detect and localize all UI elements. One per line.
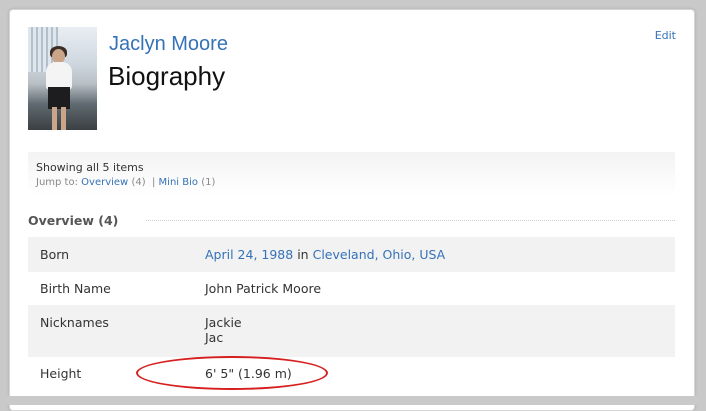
- overview-heading: Overview (4): [28, 213, 121, 228]
- person-name-link[interactable]: Jaclyn Moore: [109, 33, 228, 56]
- photo-shirt: [46, 62, 72, 90]
- jump-separator: |: [151, 177, 156, 188]
- photo-skirt: [48, 87, 70, 109]
- bottom-shade: [0, 396, 706, 405]
- row-label: Nicknames: [40, 315, 109, 330]
- nickname-item: Jackie: [205, 315, 242, 330]
- photo-leg: [61, 107, 66, 130]
- overview-section-header: Overview (4): [28, 210, 675, 228]
- table-row-nicknames: Nicknames Jackie Jac: [28, 305, 675, 357]
- birth-in-text: in: [297, 247, 309, 262]
- birth-date-link[interactable]: April 24, 1988: [205, 247, 293, 262]
- jump-link-overview[interactable]: Overview: [81, 177, 128, 188]
- items-summary: Showing all 5 items Jump to: Overview (4…: [28, 152, 675, 198]
- row-label: Born: [40, 247, 70, 262]
- profile-photo[interactable]: [28, 27, 97, 130]
- photo-leg: [52, 107, 57, 130]
- jump-to-label: Jump to:: [36, 177, 78, 188]
- screen: { "header": { "name": "Jaclyn Moore", "t…: [0, 0, 706, 411]
- table-row-birth-name: Birth Name John Patrick Moore: [28, 272, 675, 305]
- page-title: Biography: [108, 61, 226, 91]
- jump-to-nav: Jump to: Overview (4) | Mini Bio (1): [36, 177, 215, 188]
- nickname-item: Jac: [205, 330, 224, 345]
- jump-count-mini-bio: (1): [201, 177, 216, 188]
- row-label: Birth Name: [40, 281, 111, 296]
- birth-place-link[interactable]: Cleveland, Ohio, USA: [313, 247, 446, 262]
- birth-name-value: John Patrick Moore: [205, 281, 322, 296]
- highlight-circle: [136, 356, 328, 390]
- jump-count-overview: (4): [131, 177, 146, 188]
- jump-link-mini-bio[interactable]: Mini Bio: [159, 177, 198, 188]
- items-count: Showing all 5 items: [36, 161, 144, 174]
- table-row-height: Height 6' 5" (1.96 m): [28, 357, 675, 390]
- row-value: April 24, 1988 in Cleveland, Ohio, USA: [195, 237, 675, 272]
- nicknames-value: Jackie Jac: [195, 305, 675, 357]
- table-row-born: Born April 24, 1988 in Cleveland, Ohio, …: [28, 237, 675, 272]
- overview-table: Born April 24, 1988 in Cleveland, Ohio, …: [28, 237, 675, 390]
- biography-card: Jaclyn Moore Biography Edit Showing all …: [9, 9, 695, 411]
- edit-link[interactable]: Edit: [655, 29, 676, 42]
- section-divider: [146, 220, 675, 221]
